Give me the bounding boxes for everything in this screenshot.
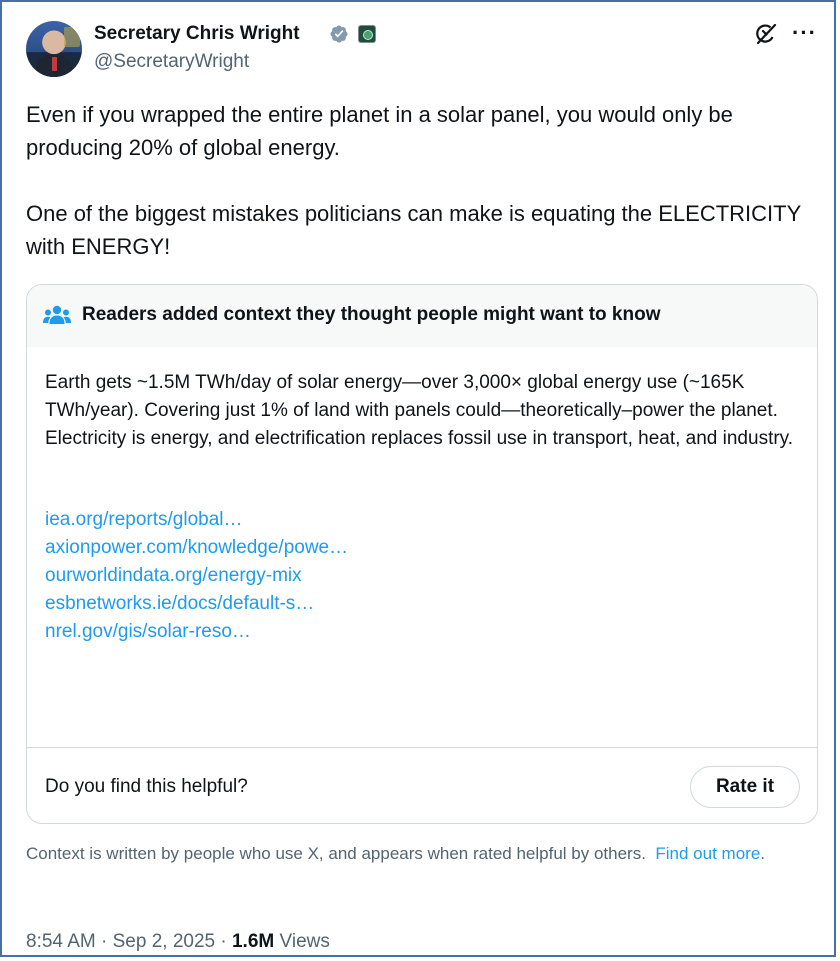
tweet-meta: 8:54 AM · Sep 2, 2025 · 1.6M Views (26, 931, 330, 953)
avatar-tie (52, 57, 57, 71)
tweet-card: Secretary Chris Wright @SecretaryWright … (0, 0, 836, 957)
views-count: 1.6M (231, 931, 275, 952)
tweet-text: Even if you wrapped the entire planet in… (26, 98, 816, 263)
source-link[interactable]: iea.org/reports/global… (45, 506, 348, 534)
find-out-more-link[interactable]: Find out more (655, 844, 760, 863)
grok-icon[interactable] (754, 22, 778, 46)
author-handle[interactable]: @SecretaryWright (94, 51, 249, 73)
people-icon (43, 305, 71, 324)
verified-badge-icon (330, 25, 348, 43)
avatar-flag (64, 27, 80, 47)
source-link[interactable]: ourworldindata.org/energy-mix (45, 562, 348, 590)
tweet-paragraph: Even if you wrapped the entire planet in… (26, 102, 733, 160)
disclaimer-period: . (760, 844, 766, 863)
views-label: Views (274, 931, 330, 952)
source-link[interactable]: axionpower.com/knowledge/powe… (45, 534, 348, 562)
tweet-time[interactable]: 8:54 AM (26, 931, 96, 952)
community-note-header: Readers added context they thought peopl… (27, 285, 817, 347)
community-note-body: Earth gets ~1.5M TWh/day of solar energy… (45, 372, 794, 449)
source-links: iea.org/reports/global… axionpower.com/k… (45, 506, 348, 646)
rate-it-button[interactable]: Rate it (690, 766, 800, 808)
source-link[interactable]: esbnetworks.ie/docs/default-s… (45, 590, 348, 618)
community-note: Readers added context they thought peopl… (26, 284, 818, 824)
more-options-icon[interactable]: ··· (792, 21, 817, 45)
context-disclaimer: Context is written by people who use X, … (26, 842, 816, 866)
community-note-title: Readers added context they thought peopl… (82, 304, 661, 325)
source-link[interactable]: nrel.gov/gis/solar-reso… (45, 618, 348, 646)
meta-separator: · (215, 931, 232, 952)
tweet-paragraph: One of the biggest mistakes politicians … (26, 201, 801, 259)
tweet-date[interactable]: Sep 2, 2025 (113, 931, 215, 952)
community-note-footer: Do you find this helpful? Rate it (27, 747, 817, 823)
meta-separator: · (95, 931, 113, 952)
author-name[interactable]: Secretary Chris Wright (94, 23, 300, 45)
helpful-question: Do you find this helpful? (45, 776, 248, 797)
avatar[interactable] (26, 21, 82, 77)
disclaimer-text: Context is written by people who use X, … (26, 844, 646, 863)
doe-seal-icon (358, 25, 376, 43)
